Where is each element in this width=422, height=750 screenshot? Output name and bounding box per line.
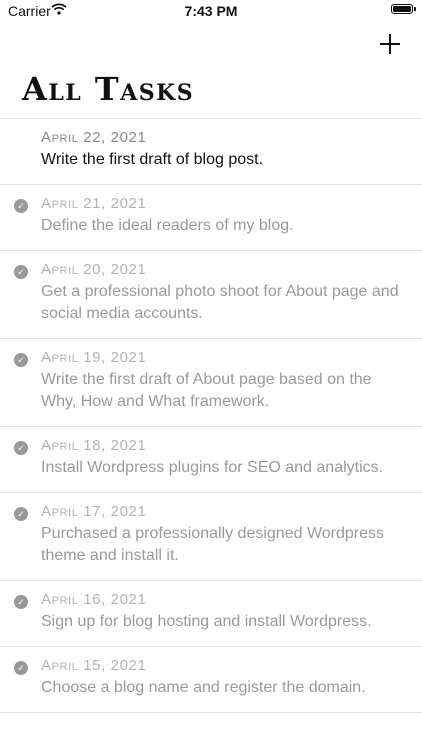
task-text: Write the first draft of About page base… [41, 371, 372, 410]
task-row[interactable]: ✓ April 17, 2021 Purchased a professiona… [0, 492, 422, 580]
task-date: April 16, 2021 [41, 591, 147, 608]
checkmark-icon: ✓ [14, 441, 28, 455]
task-text: Define the ideal readers of my blog. [41, 217, 294, 234]
task-row[interactable]: ✓ April 16, 2021 Sign up for blog hostin… [0, 580, 422, 646]
task-date: April 19, 2021 [41, 349, 147, 366]
task-date: April 15, 2021 [41, 657, 147, 674]
task-row[interactable]: April 22, 2021 Write the first draft of … [0, 118, 422, 184]
checkmark-icon: ✓ [14, 353, 28, 367]
task-row[interactable]: ✓ April 15, 2021 Choose a blog name and … [0, 646, 422, 713]
task-row[interactable]: ✓ April 18, 2021 Install Wordpress plugi… [0, 426, 422, 492]
status-bar: Carrier 7:43 PM [0, 0, 422, 24]
task-row[interactable]: ✓ April 19, 2021 Write the first draft o… [0, 338, 422, 426]
task-date: April 22, 2021 [41, 129, 147, 146]
checkmark-icon: ✓ [14, 199, 28, 213]
task-date: April 18, 2021 [41, 437, 147, 454]
checkmark-icon: ✓ [14, 595, 28, 609]
add-task-button[interactable] [375, 29, 405, 59]
task-text: Install Wordpress plugins for SEO and an… [41, 459, 384, 476]
task-text: Purchased a professionally designed Word… [41, 525, 385, 564]
task-text: Sign up for blog hosting and install Wor… [41, 613, 372, 630]
task-date: April 21, 2021 [41, 195, 147, 212]
task-list: April 22, 2021 Write the first draft of … [0, 118, 422, 713]
task-text: Get a professional photo shoot for About… [41, 283, 399, 322]
task-date: April 20, 2021 [41, 261, 147, 278]
page-title: All Tasks [22, 70, 195, 108]
task-text: Write the first draft of blog post. [41, 151, 264, 168]
status-time: 7:43 PM [184, 3, 238, 19]
task-row[interactable]: ✓ April 21, 2021 Define the ideal reader… [0, 184, 422, 250]
task-text: Choose a blog name and register the doma… [41, 679, 366, 696]
task-row[interactable]: ✓ April 20, 2021 Get a professional phot… [0, 250, 422, 338]
checkmark-icon: ✓ [14, 265, 28, 279]
battery-icon [391, 4, 416, 14]
checkmark-icon: ✓ [14, 507, 28, 521]
checkmark-icon: ✓ [14, 661, 28, 675]
task-date: April 17, 2021 [41, 503, 147, 520]
